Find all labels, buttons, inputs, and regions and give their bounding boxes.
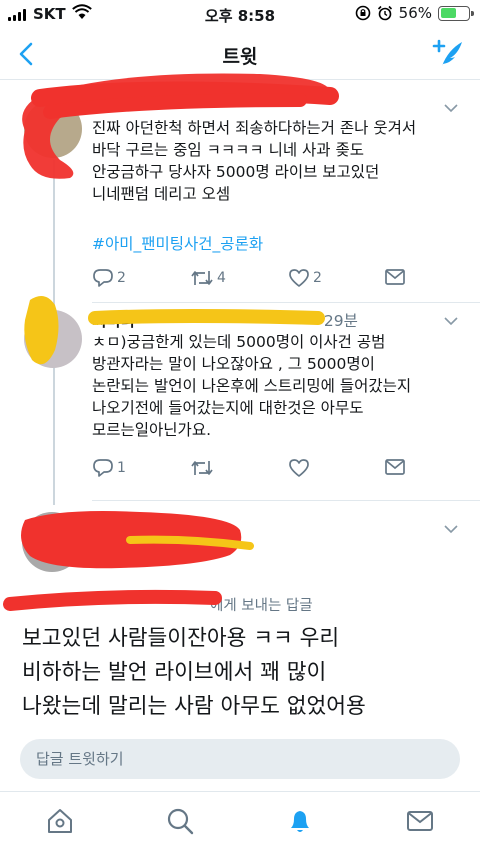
- reply-button[interactable]: 1: [92, 458, 126, 478]
- user-handle[interactable]: @_1DOEK70YY: [156, 309, 253, 324]
- retweet-icon: [191, 271, 213, 285]
- avatar[interactable]: [24, 310, 82, 368]
- battery-icon: [438, 5, 474, 21]
- dm-share-button[interactable]: [384, 458, 406, 476]
- search-icon[interactable]: [165, 806, 195, 836]
- tab-bar: [0, 791, 480, 854]
- heart-icon: [289, 459, 309, 477]
- envelope-icon: [385, 269, 405, 285]
- like-button[interactable]: 2: [288, 268, 322, 288]
- like-count: 2: [313, 270, 322, 286]
- nav-bar: 트윗: [0, 30, 480, 80]
- envelope-icon: [385, 459, 405, 475]
- display-name[interactable]: 찌미니: [92, 309, 135, 331]
- tweet-actions: 1: [92, 458, 422, 484]
- avatar[interactable]: [24, 100, 82, 158]
- tweet-text: 진짜 아던한척 하면서 죄송하다하는거 존나 웃겨서 바닥 구르는 중임 ㅋㅋㅋ…: [92, 119, 417, 203]
- chevron-down-icon[interactable]: [444, 103, 458, 113]
- reply-count: 1: [117, 460, 126, 476]
- reply-button[interactable]: 2: [92, 268, 126, 288]
- retweet-count: 4: [217, 270, 226, 286]
- tweet-timestamp: · 29분: [314, 312, 358, 330]
- divider: [92, 302, 480, 303]
- alarm-icon: [377, 5, 392, 21]
- notifications-icon[interactable]: [285, 806, 315, 836]
- battery-percent: 56%: [398, 4, 432, 22]
- reply-count: 2: [117, 270, 126, 286]
- page-title: 트윗: [222, 46, 258, 68]
- retweet-button[interactable]: [190, 458, 217, 478]
- home-icon[interactable]: [45, 806, 75, 836]
- like-button[interactable]: [288, 458, 313, 478]
- messages-icon[interactable]: [405, 806, 435, 836]
- reply-icon: [93, 269, 113, 287]
- retweet-button[interactable]: 4: [190, 268, 226, 288]
- reply-input[interactable]: [20, 739, 460, 779]
- chevron-down-icon[interactable]: [444, 316, 458, 326]
- retweet-icon: [191, 461, 213, 475]
- reply-icon: [93, 459, 113, 477]
- replying-to-label[interactable]: 에게 보내는 답글: [210, 594, 313, 615]
- chevron-down-icon[interactable]: [444, 524, 458, 534]
- heart-icon: [289, 269, 309, 287]
- compose-tweet-icon[interactable]: [428, 36, 466, 72]
- hashtag-link[interactable]: #아미_팬미팅사건_공론화: [92, 232, 263, 254]
- divider: [92, 500, 480, 501]
- status-bar: SKT 오후 8:58 56%: [0, 0, 480, 30]
- avatar[interactable]: [22, 512, 82, 572]
- dm-share-button[interactable]: [384, 268, 406, 286]
- rotation-lock-icon: [355, 5, 370, 21]
- reply-box[interactable]: [20, 739, 460, 779]
- tweet-actions: 2 4 2: [92, 268, 422, 294]
- main-tweet-text: 보고있던 사람들이잔아용 ㅋㅋ 우리 비하하는 발언 라이브에서 꽤 많이 나왔…: [22, 626, 366, 719]
- tweet-text: ㅊㅁ)궁금한게 있는데 5000명이 이사건 공범 방관자라는 말이 나오잖아요…: [92, 333, 412, 439]
